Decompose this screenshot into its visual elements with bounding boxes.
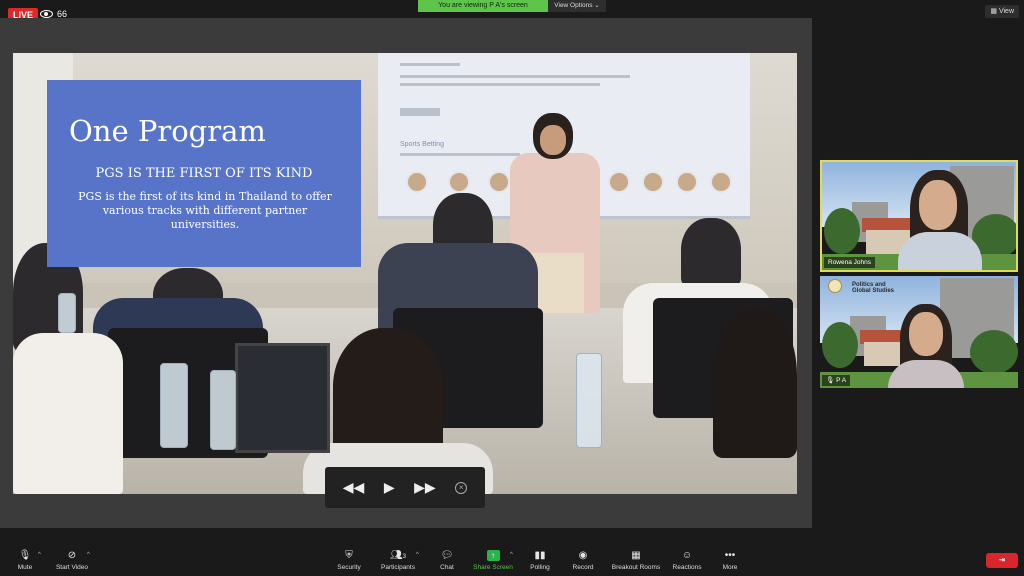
grid-icon: ▦ xyxy=(990,8,999,15)
share-screen-button[interactable]: ↑ Share Screen xyxy=(471,550,515,571)
program-logo-text: Politics and Global Studies xyxy=(852,282,895,294)
shield-icon: ⛨ xyxy=(345,550,353,561)
share-screen-icon: ↑ xyxy=(471,550,515,561)
slide-body: PGS is the first of its kind in Thailand… xyxy=(78,190,332,231)
chat-button[interactable]: 💬︎ Chat xyxy=(436,550,458,571)
leave-button[interactable]: ⇥ xyxy=(986,553,1018,568)
reactions-button[interactable]: ☺ Reactions xyxy=(671,550,703,571)
polling-button[interactable]: ▮▮ Polling xyxy=(527,550,553,571)
fast-forward-icon[interactable]: ▶▶ xyxy=(414,479,436,496)
close-icon[interactable]: × xyxy=(455,481,468,494)
slide-title: One Program xyxy=(69,114,266,148)
start-video-button[interactable]: ⊘ Start Video xyxy=(52,550,92,571)
rewind-icon[interactable]: ◀◀ xyxy=(343,479,365,496)
participants-options-caret[interactable]: ^ xyxy=(416,552,419,558)
smiley-icon: ☺ xyxy=(681,550,693,561)
chat-icon: 💬︎ xyxy=(440,550,454,561)
meeting-toolbar: 🎙︎ Mute ^ ⊘ Start Video ^ ⛨ Security 👥︎3… xyxy=(0,546,1024,576)
view-button[interactable]: ▦ View xyxy=(985,5,1019,18)
participant-tile-pa[interactable]: Politics and Global Studies 🎙︎ P A xyxy=(820,276,1018,388)
participants-button[interactable]: 👥︎3 Participants xyxy=(378,550,418,571)
microphone-icon: 🎙︎ xyxy=(18,550,32,561)
breakout-rooms-button[interactable]: ▦ Breakout Rooms xyxy=(610,550,662,571)
eye-icon xyxy=(40,10,53,18)
mic-muted-icon: 🎙︎ xyxy=(826,377,837,384)
video-options-caret[interactable]: ^ xyxy=(87,552,90,558)
record-icon: ◉ xyxy=(578,550,588,561)
participant-tile-rowena[interactable]: Rowena Johns xyxy=(820,160,1018,272)
participant-name: Rowena Johns xyxy=(824,257,875,268)
participants-icon: 👥︎3 xyxy=(389,550,407,561)
media-player: ◀◀ ▶ ▶▶ × xyxy=(325,467,485,508)
viewing-screen-banner: You are viewing P A's screen xyxy=(418,0,548,12)
screen-heading: Sports Betting xyxy=(400,141,444,148)
exit-icon: ⇥ xyxy=(999,557,1005,564)
play-icon[interactable]: ▶ xyxy=(384,479,395,496)
mute-button[interactable]: 🎙︎ Mute xyxy=(14,550,36,571)
bar-chart-icon: ▮▮ xyxy=(534,550,546,561)
more-button[interactable]: ••• More xyxy=(720,550,740,571)
view-options-button[interactable]: View Options ⌄ xyxy=(548,0,606,12)
record-button[interactable]: ◉ Record xyxy=(570,550,596,571)
video-off-icon: ⊘ xyxy=(67,550,77,561)
participant-name: 🎙︎ P A xyxy=(822,375,851,386)
breakout-rooms-icon: ▦ xyxy=(631,550,641,561)
share-options-caret[interactable]: ^ xyxy=(510,552,513,558)
security-button[interactable]: ⛨ Security xyxy=(334,550,364,571)
slide-subtitle: PGS IS THE FIRST OF ITS KIND xyxy=(95,166,313,181)
ellipsis-icon: ••• xyxy=(724,550,736,561)
mute-options-caret[interactable]: ^ xyxy=(38,552,41,558)
university-logo xyxy=(828,279,842,293)
view-button-label: View xyxy=(998,8,1014,15)
slide-panel: One Program PGS IS THE FIRST OF ITS KIND… xyxy=(47,80,361,267)
